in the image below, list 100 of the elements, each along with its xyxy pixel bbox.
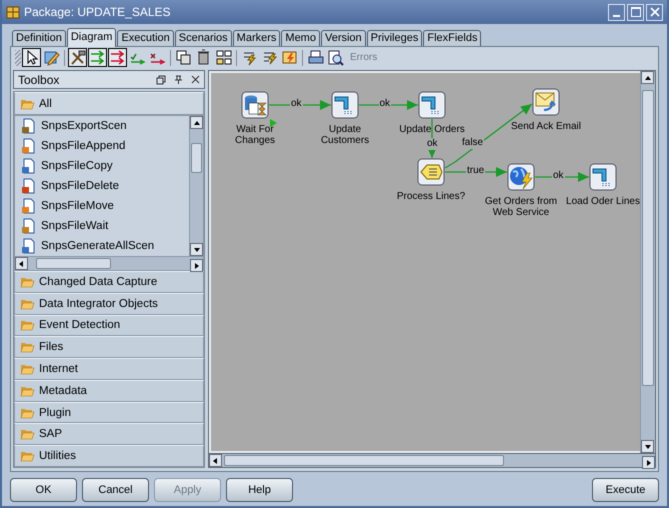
folder-icon [20,384,35,397]
horizontal-scrollbar[interactable] [15,256,203,270]
step-label: Update Orders [399,124,465,135]
scroll-down-button[interactable] [641,440,654,453]
toolbox-item[interactable]: SnpsFileCopy [15,156,189,176]
scroll-up-button[interactable] [190,116,203,129]
printer-icon [307,49,324,66]
faucet-icon[interactable] [589,163,617,191]
toolbox-folder[interactable]: Internet [14,358,204,380]
folder-icon [20,319,35,332]
step-label: Update Customers [320,124,370,146]
folder-label: Files [39,341,64,354]
scroll-left-button[interactable] [209,454,222,467]
toolbox-folder[interactable]: Utilities [14,445,204,468]
maximize-button[interactable] [627,4,644,20]
toolbox-folder[interactable]: SAP [14,423,204,446]
horizontal-scrollbar[interactable] [209,453,655,467]
link-arrow [535,172,589,182]
vertical-scrollbar[interactable] [189,116,203,256]
toolbox-item[interactable]: SnpsGenerateAllScen [15,236,189,256]
magnifier-icon [327,49,344,66]
tab[interactable]: Markers [232,30,280,46]
step-label: Process Lines? [396,191,466,202]
toolbox-folder[interactable]: Changed Data Capture [14,271,204,293]
scroll-thumb[interactable] [224,455,504,466]
file-icon [21,238,37,254]
toolbox-item[interactable]: SnpsExportScen [15,116,189,136]
database-hourglass-icon[interactable] [241,91,269,119]
tab[interactable]: Execution [117,30,174,46]
folder-label: Metadata [39,384,87,397]
scroll-thumb[interactable] [36,258,111,269]
faucet-icon[interactable] [418,91,446,119]
toolbox-item[interactable]: SnpsFileDelete [15,176,189,196]
parallel-arrows-icon [89,49,106,66]
dialog-button[interactable]: Help [226,478,293,502]
step-label: Wait For Changes [234,124,276,146]
vertical-scrollbar[interactable] [640,71,655,453]
scroll-right-button[interactable] [642,456,655,469]
faucet-icon[interactable] [331,91,359,119]
close-icon[interactable] [191,75,200,84]
tool-button[interactable] [88,48,107,67]
file-icon [21,198,37,214]
folder-icon [20,363,35,376]
scroll-left-button[interactable] [15,257,28,270]
tab[interactable]: FlexFields [423,30,482,46]
folder-label: Data Integrator Objects [39,298,158,310]
scroll-thumb[interactable] [191,143,202,173]
folder-label: SAP [39,428,62,440]
tool-button[interactable] [326,48,345,67]
trash-icon [195,49,212,66]
toolbox-folder[interactable]: Event Detection [14,314,204,336]
scroll-up-button[interactable] [641,71,654,84]
grid-icon [215,49,232,66]
tab[interactable]: Definition [12,30,66,46]
file-icon [21,138,37,154]
globe-icon[interactable] [507,163,535,191]
pin-icon[interactable] [174,74,183,84]
toolbox-folder[interactable]: Data Integrator Objects [14,292,204,315]
tab[interactable]: Scenarios [174,30,232,46]
minimize-button[interactable] [608,4,625,20]
folder-label: Event Detection [39,319,120,332]
dialog-button[interactable]: Cancel [82,478,149,502]
tab[interactable]: Diagram [66,28,116,47]
link-arrow [359,100,418,110]
dialog-button[interactable]: Execute [592,478,659,502]
tab[interactable]: Privileges [366,30,422,46]
toolbox-folder[interactable]: All [14,92,204,115]
step-label: Load Oder Lines [566,196,640,207]
folder-label: Changed Data Capture [39,276,158,288]
scroll-down-button[interactable] [190,243,203,256]
folder-label: Utilities [39,450,76,462]
envelope-icon[interactable] [532,88,560,116]
toolbox-folder[interactable]: Plugin [14,402,204,424]
tool-button[interactable] [68,48,87,67]
toolbox-folder[interactable]: Files [14,336,204,358]
toolbox-item[interactable]: SnpsFileAppend [15,136,189,156]
file-icon [21,178,37,194]
toolbox-folder[interactable]: Metadata [14,380,204,402]
folder-icon [20,450,35,462]
step-label: Send Ack Email [510,121,582,132]
scroll-thumb[interactable] [642,90,654,386]
tool-button[interactable] [214,48,233,67]
hammer-icon [69,49,86,66]
close-icon [648,6,660,18]
folder-label: Internet [39,363,78,376]
close-button[interactable] [646,4,663,20]
toolbox-item[interactable]: SnpsFileWait [15,216,189,236]
scroll-right-button[interactable] [190,259,203,272]
dialog-button[interactable]: OK [10,478,77,502]
tool-button[interactable] [22,48,41,67]
folder-icon [20,276,35,288]
toolbox-item[interactable]: SnpsFileMove [15,196,189,216]
restore-icon[interactable] [156,74,166,84]
file-icon [21,158,37,174]
tool-button[interactable] [108,48,127,67]
tab[interactable]: Version [320,30,366,46]
copy-icon [175,49,192,66]
tab[interactable]: Memo [281,30,320,46]
tool-button[interactable] [174,48,193,67]
folder-icon [20,98,35,110]
